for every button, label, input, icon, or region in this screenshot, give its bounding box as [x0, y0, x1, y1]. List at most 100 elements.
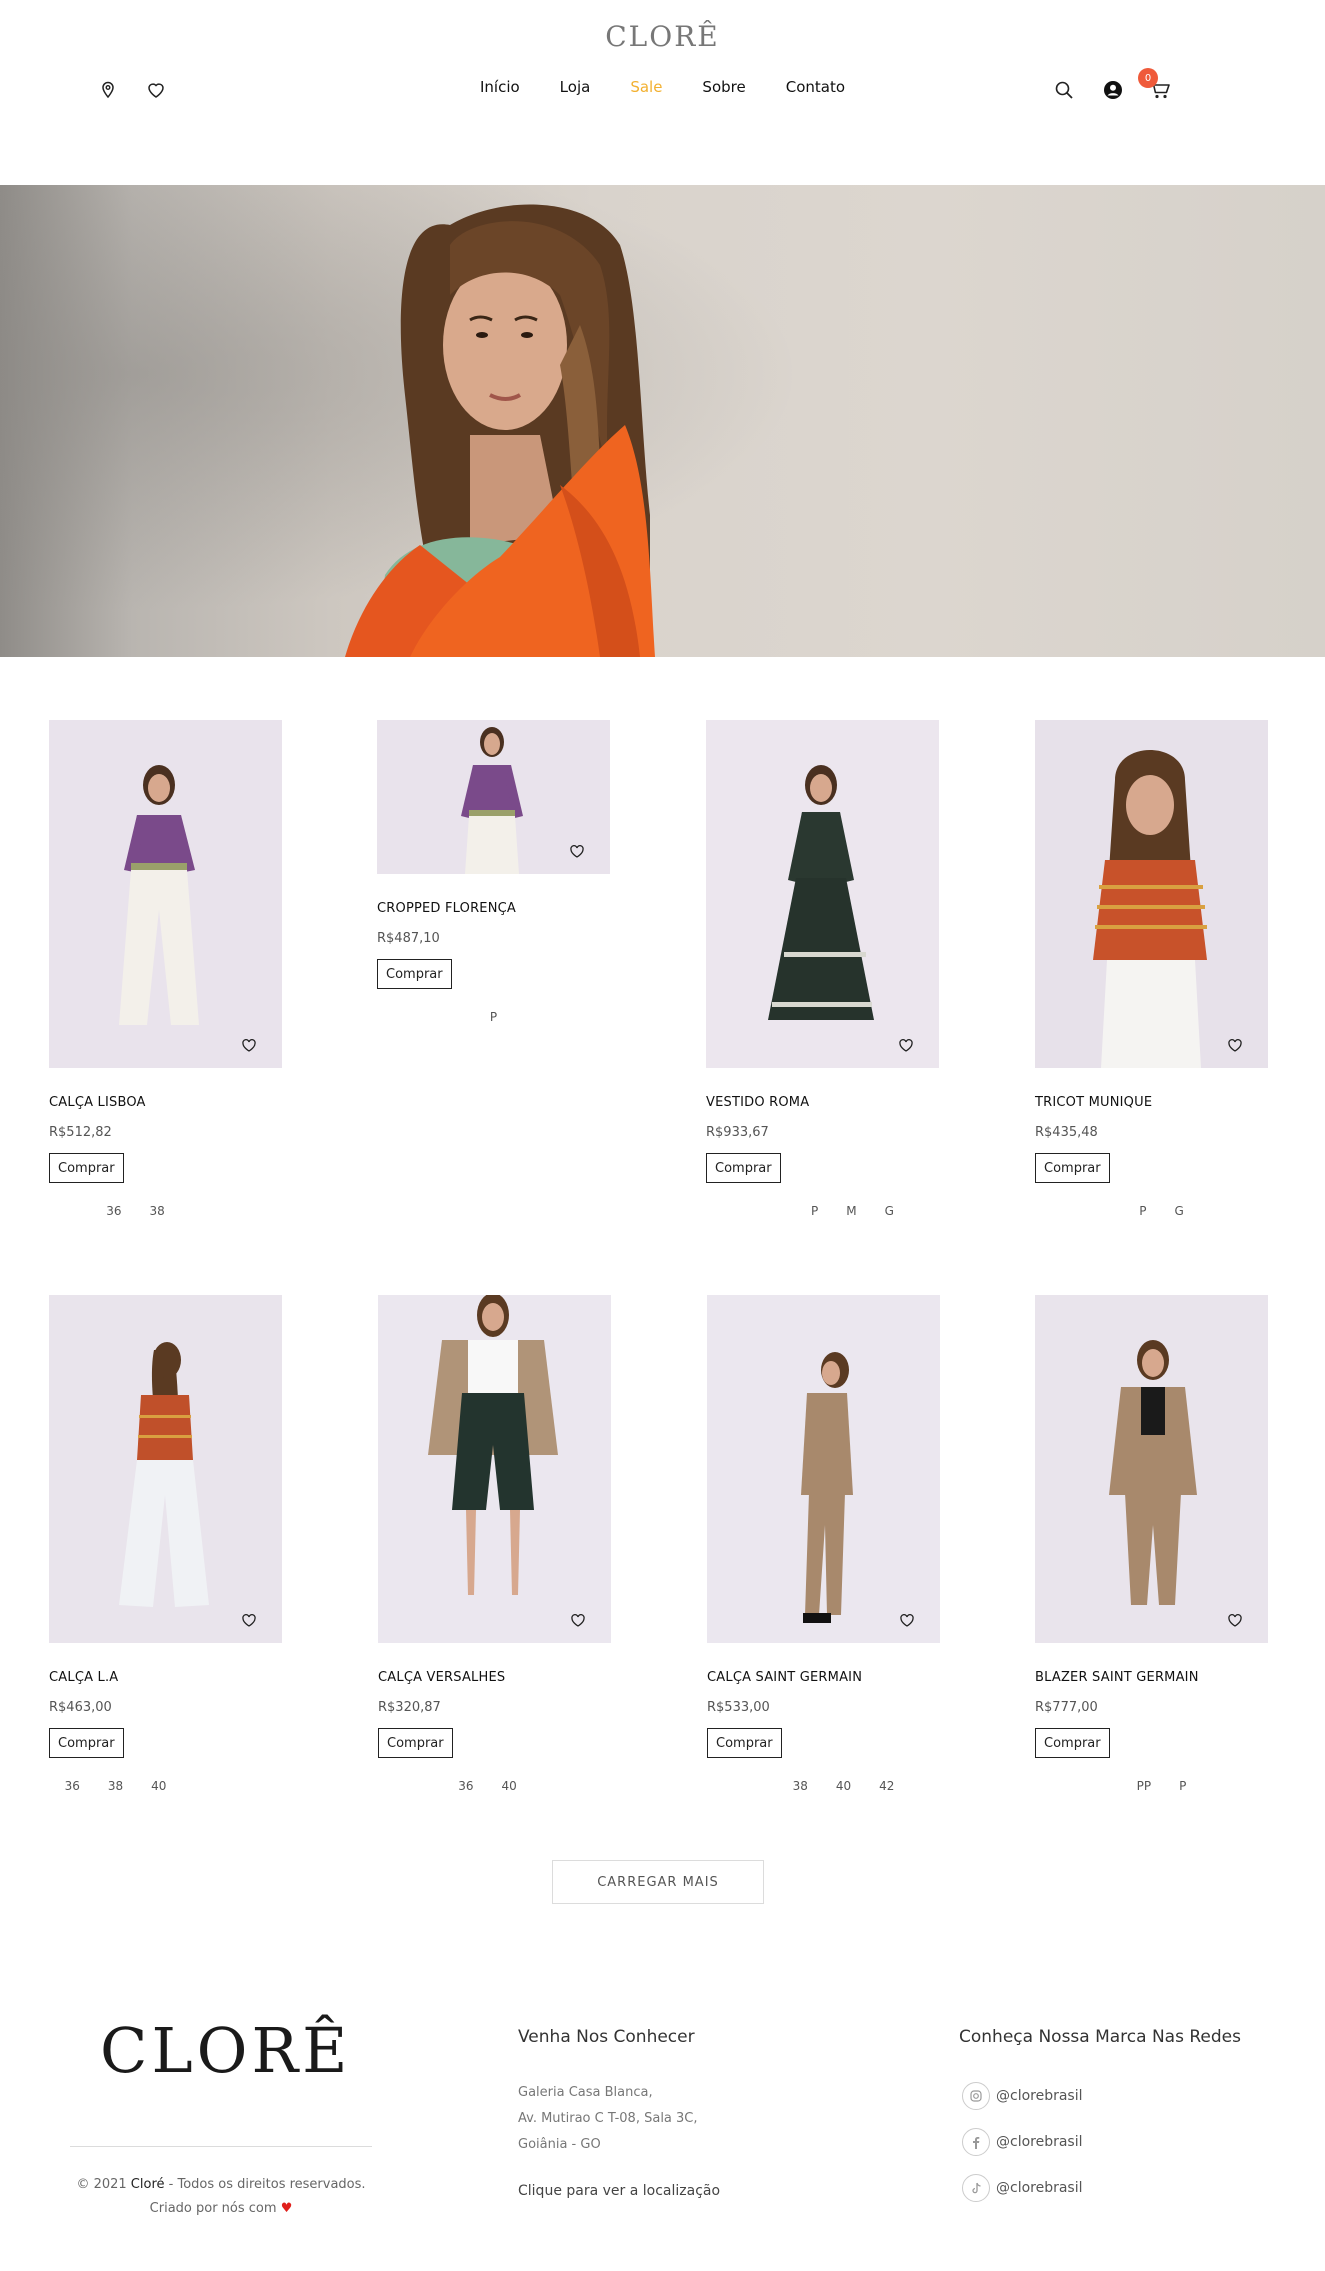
product-image[interactable]	[706, 720, 939, 1068]
created-by-text: Criado por nós com	[149, 2201, 277, 2216]
copyright-prefix: © 2021	[76, 2177, 131, 2192]
size-option[interactable]: 40	[836, 1779, 851, 1793]
size-option[interactable]: P	[811, 1204, 818, 1218]
size-options: 36 40	[371, 1779, 604, 1793]
main-nav: Início Loja Sale Sobre Contato	[0, 78, 1325, 96]
product-name[interactable]: VESTIDO ROMA	[706, 1095, 809, 1110]
product-name[interactable]: TRICOT MUNIQUE	[1035, 1095, 1152, 1110]
nav-contato[interactable]: Contato	[786, 78, 845, 96]
facebook-link[interactable]: @clorebrasil	[962, 2128, 1083, 2156]
nav-loja[interactable]: Loja	[560, 78, 591, 96]
size-option[interactable]: P	[1179, 1779, 1186, 1793]
search-icon[interactable]	[1052, 78, 1076, 102]
wishlist-heart-icon[interactable]	[240, 1611, 258, 1629]
wishlist-heart-icon[interactable]	[569, 1611, 587, 1629]
product-price: R$533,00	[707, 1700, 770, 1715]
product-name[interactable]: BLAZER SAINT GERMAIN	[1035, 1670, 1199, 1685]
wishlist-heart-icon[interactable]	[1226, 1611, 1244, 1629]
product-name[interactable]: CALÇA L.A	[49, 1670, 118, 1685]
product-name[interactable]: CALÇA SAINT GERMAIN	[707, 1670, 862, 1685]
buy-button[interactable]: Comprar	[49, 1728, 124, 1758]
buy-button[interactable]: Comprar	[377, 959, 452, 989]
tiktok-link[interactable]: @clorebrasil	[962, 2174, 1083, 2202]
product-name[interactable]: CALÇA LISBOA	[49, 1095, 146, 1110]
wishlist-heart-icon[interactable]	[568, 842, 586, 860]
product-price: R$435,48	[1035, 1125, 1098, 1140]
social-handle: @clorebrasil	[996, 2088, 1083, 2104]
product-image[interactable]	[1035, 720, 1268, 1068]
address-line: Goiânia - GO	[518, 2137, 601, 2152]
size-option[interactable]: PP	[1137, 1779, 1151, 1793]
nav-sale[interactable]: Sale	[630, 78, 662, 96]
product-image[interactable]	[707, 1295, 940, 1643]
buy-button[interactable]: Comprar	[1035, 1153, 1110, 1183]
social-handle: @clorebrasil	[996, 2180, 1083, 2196]
buy-button[interactable]: Comprar	[378, 1728, 453, 1758]
product-image[interactable]	[1035, 1295, 1268, 1643]
copyright-brand: Cloré	[130, 2177, 165, 2192]
product-price: R$487,10	[377, 931, 440, 946]
product-price: R$320,87	[378, 1700, 441, 1715]
wishlist-heart-icon[interactable]	[898, 1611, 916, 1629]
user-icon[interactable]	[1101, 78, 1125, 102]
wishlist-heart-icon[interactable]	[1226, 1036, 1244, 1054]
size-options: PP P	[1045, 1779, 1278, 1793]
hero-banner	[0, 185, 1325, 657]
product-price: R$512,82	[49, 1125, 112, 1140]
size-options: 38 40 42	[727, 1779, 960, 1793]
size-option[interactable]: P	[490, 1010, 497, 1024]
product-photo	[1035, 720, 1268, 1068]
product-name[interactable]: CROPPED FLORENÇA	[377, 901, 516, 916]
size-option[interactable]: 38	[150, 1204, 165, 1218]
size-option[interactable]: G	[1174, 1204, 1183, 1218]
cart-count-badge: 0	[1138, 68, 1158, 88]
buy-button[interactable]: Comprar	[1035, 1728, 1110, 1758]
buy-button[interactable]: Comprar	[706, 1153, 781, 1183]
size-option[interactable]: 36	[106, 1204, 121, 1218]
product-price: R$933,67	[706, 1125, 769, 1140]
product-name[interactable]: CALÇA VERSALHES	[378, 1670, 505, 1685]
address-line: Av. Mutirao C T-08, Sala 3C,	[518, 2111, 698, 2126]
wishlist-heart-icon[interactable]	[897, 1036, 915, 1054]
product-image[interactable]	[49, 1295, 282, 1643]
instagram-link[interactable]: @clorebrasil	[962, 2082, 1083, 2110]
location-link[interactable]: Clique para ver a localização	[518, 2183, 720, 2199]
visit-heading: Venha Nos Conhecer	[518, 2027, 695, 2047]
size-option[interactable]: 42	[879, 1779, 894, 1793]
size-option[interactable]: 40	[502, 1779, 517, 1793]
buy-button[interactable]: Comprar	[49, 1153, 124, 1183]
tiktok-icon	[962, 2174, 990, 2202]
buy-button[interactable]: Comprar	[707, 1728, 782, 1758]
store-address: Galeria Casa Blanca, Av. Mutirao C T-08,…	[518, 2080, 698, 2158]
site-header: CLORÊ Início Loja Sale Sobre Contato 0	[0, 0, 1325, 185]
size-option[interactable]: 38	[793, 1779, 808, 1793]
size-option[interactable]: P	[1139, 1204, 1146, 1218]
size-option[interactable]: 36	[65, 1779, 80, 1793]
product-photo	[706, 720, 939, 1068]
size-options: P	[377, 1010, 610, 1024]
hero-model-photo	[0, 185, 1325, 657]
instagram-icon	[962, 2082, 990, 2110]
nav-inicio[interactable]: Início	[480, 78, 520, 96]
footer-created-by: Criado por nós com ♥	[40, 2201, 402, 2216]
footer-copyright: © 2021 Cloré - Todos os direitos reserva…	[40, 2177, 402, 2192]
nav-sobre[interactable]: Sobre	[702, 78, 745, 96]
product-photo	[707, 1295, 940, 1643]
copyright-suffix: - Todos os direitos reservados.	[164, 2177, 366, 2192]
size-option[interactable]: 38	[108, 1779, 123, 1793]
product-image[interactable]	[49, 720, 282, 1068]
social-handle: @clorebrasil	[996, 2134, 1083, 2150]
wishlist-heart-icon[interactable]	[240, 1036, 258, 1054]
size-option[interactable]: 36	[458, 1779, 473, 1793]
size-options: P G	[1045, 1204, 1278, 1218]
brand-logo[interactable]: CLORÊ	[0, 20, 1325, 53]
size-option[interactable]: M	[846, 1204, 856, 1218]
product-image[interactable]	[378, 1295, 611, 1643]
size-options: 36 38	[19, 1204, 252, 1218]
load-more-button[interactable]: CARREGAR MAIS	[552, 1860, 764, 1904]
product-image[interactable]	[377, 720, 610, 874]
size-option[interactable]: 40	[151, 1779, 166, 1793]
size-option[interactable]: G	[885, 1204, 894, 1218]
address-line: Galeria Casa Blanca,	[518, 2085, 653, 2100]
product-photo	[49, 720, 282, 1068]
